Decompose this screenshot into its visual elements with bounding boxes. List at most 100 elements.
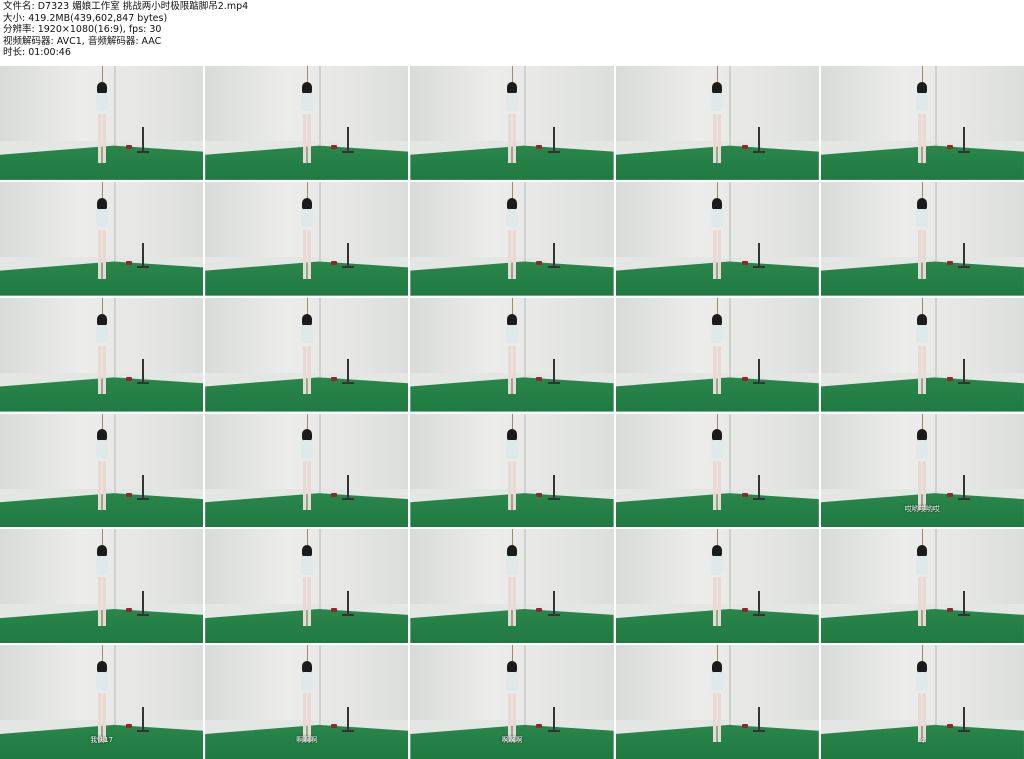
video-thumbnail[interactable]: 哎哟哎哟哎 xyxy=(820,413,1024,528)
video-thumbnail[interactable] xyxy=(410,66,614,180)
wall-corner xyxy=(524,413,527,494)
figure-legs xyxy=(713,345,722,395)
figure-legs xyxy=(713,461,722,511)
figure-legs xyxy=(302,345,311,395)
floor-object xyxy=(331,492,338,497)
figure-torso xyxy=(711,324,724,344)
floor-object xyxy=(536,608,543,613)
wall-corner xyxy=(729,181,732,262)
floor-object xyxy=(331,145,338,150)
person-figure xyxy=(300,81,313,166)
video-thumbnail[interactable] xyxy=(0,66,204,180)
video-thumbnail[interactable] xyxy=(820,181,1024,296)
figure-legs xyxy=(97,577,106,627)
wall-corner xyxy=(934,181,937,262)
stand-prop xyxy=(752,359,765,385)
person-figure xyxy=(916,197,929,282)
video-thumbnail[interactable] xyxy=(615,529,819,644)
video-thumbnail[interactable] xyxy=(615,413,819,528)
figure-legs xyxy=(97,113,106,163)
figure-torso xyxy=(505,672,518,691)
figure-torso xyxy=(300,672,313,691)
person-figure xyxy=(95,545,108,629)
floor-object xyxy=(741,724,748,729)
video-thumbnail[interactable] xyxy=(205,66,409,180)
video-thumbnail[interactable] xyxy=(820,529,1024,644)
figure-legs xyxy=(302,461,311,511)
figure-torso xyxy=(300,440,313,459)
figure-torso xyxy=(300,92,313,112)
wall-corner xyxy=(524,181,527,262)
person-figure xyxy=(711,81,724,166)
person-figure xyxy=(505,545,518,629)
video-thumbnail[interactable] xyxy=(410,413,614,528)
stand-prop xyxy=(137,359,150,385)
person-figure xyxy=(300,429,313,513)
video-thumbnail[interactable] xyxy=(205,297,409,412)
video-thumbnail[interactable] xyxy=(615,645,819,759)
wall-corner xyxy=(524,529,527,610)
stand-prop xyxy=(547,706,560,732)
video-thumbnail[interactable]: 我快17 xyxy=(0,645,204,759)
video-thumbnail[interactable] xyxy=(205,413,409,528)
figure-legs xyxy=(713,229,722,279)
wall-corner xyxy=(113,645,116,725)
video-thumbnail[interactable] xyxy=(0,297,204,412)
stand-prop xyxy=(752,127,765,153)
figure-legs xyxy=(302,229,311,279)
wall-corner xyxy=(318,66,321,146)
floor-object xyxy=(536,724,543,729)
person-figure xyxy=(711,197,724,282)
person-figure xyxy=(300,545,313,629)
stand-prop xyxy=(752,474,765,501)
video-thumbnail[interactable] xyxy=(205,529,409,644)
person-figure xyxy=(95,429,108,513)
video-thumbnail[interactable] xyxy=(410,297,614,412)
floor-object xyxy=(741,260,748,265)
floor-object xyxy=(125,492,132,497)
video-thumbnail[interactable]: 啊啊啊 xyxy=(410,645,614,759)
video-thumbnail[interactable]: 4 xyxy=(820,645,1024,759)
person-figure xyxy=(711,429,724,513)
person-figure xyxy=(300,197,313,282)
wall-corner xyxy=(318,181,321,262)
floor-object xyxy=(536,260,543,265)
video-thumbnail[interactable] xyxy=(410,181,614,296)
figure-legs xyxy=(97,229,106,279)
figure-legs xyxy=(918,577,927,627)
video-thumbnail[interactable] xyxy=(820,66,1024,180)
stand-prop xyxy=(958,474,971,501)
figure-torso xyxy=(711,208,724,228)
video-thumbnail[interactable] xyxy=(0,529,204,644)
figure-legs xyxy=(713,693,722,742)
wall-corner xyxy=(729,297,732,378)
person-figure xyxy=(916,429,929,513)
video-thumbnail[interactable]: 啊啊啊 xyxy=(205,645,409,759)
person-figure xyxy=(505,661,518,745)
figure-torso xyxy=(916,440,929,459)
video-thumbnail[interactable] xyxy=(615,66,819,180)
person-figure xyxy=(916,545,929,629)
stand-prop xyxy=(137,127,150,153)
person-figure xyxy=(95,81,108,166)
stand-prop xyxy=(547,359,560,385)
video-thumbnail[interactable] xyxy=(615,297,819,412)
figure-legs xyxy=(918,345,927,395)
video-thumbnail[interactable] xyxy=(820,297,1024,412)
person-figure xyxy=(95,197,108,282)
video-thumbnail[interactable] xyxy=(0,181,204,296)
stand-prop xyxy=(342,474,355,501)
stand-prop xyxy=(137,706,150,732)
floor-object xyxy=(946,724,953,729)
video-thumbnail[interactable] xyxy=(0,413,204,528)
video-thumbnail[interactable] xyxy=(410,529,614,644)
figure-legs xyxy=(713,113,722,163)
video-thumbnail[interactable] xyxy=(615,181,819,296)
floor-object xyxy=(125,724,132,729)
video-thumbnail[interactable] xyxy=(205,181,409,296)
floor-object xyxy=(946,492,953,497)
person-figure xyxy=(505,197,518,282)
floor-object xyxy=(125,260,132,265)
person-figure xyxy=(95,313,108,398)
figure-legs xyxy=(507,229,516,279)
